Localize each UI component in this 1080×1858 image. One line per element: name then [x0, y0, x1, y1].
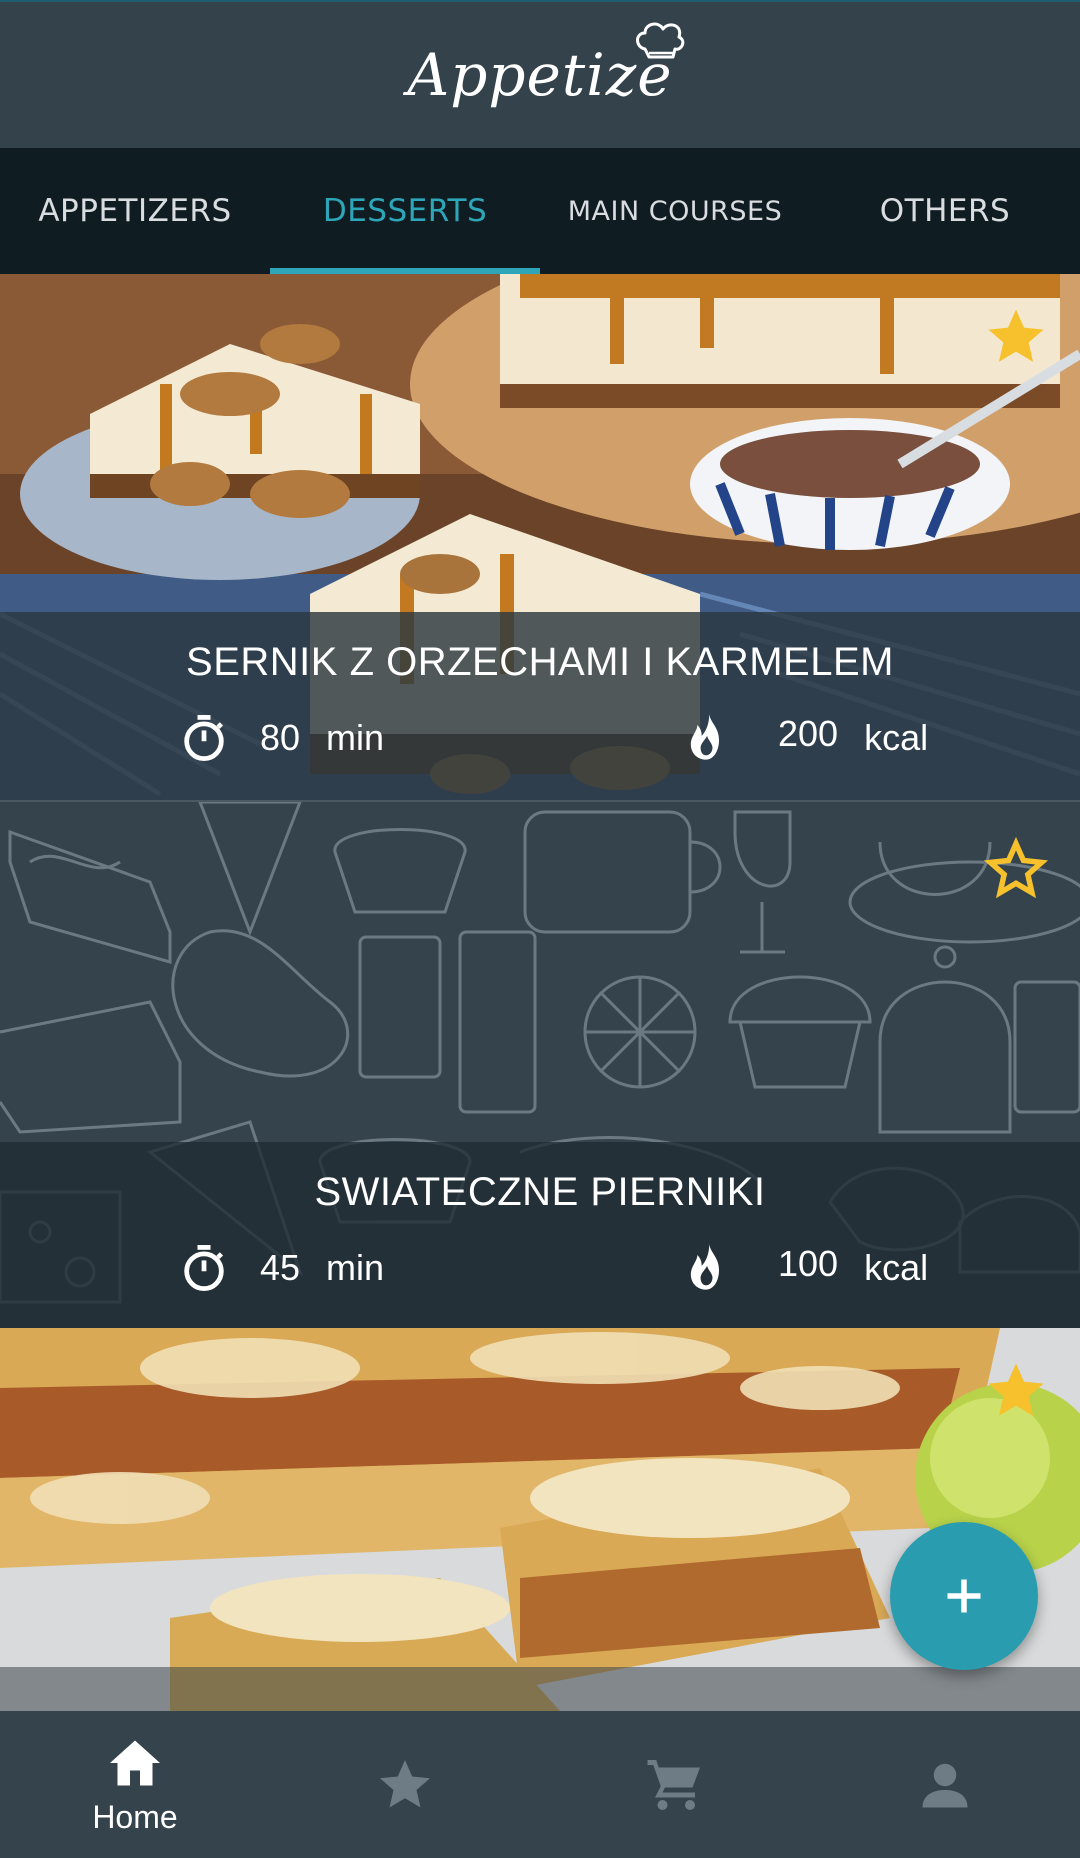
nav-favorites[interactable]: [270, 1711, 540, 1858]
nav-home[interactable]: Home: [0, 1711, 270, 1858]
tab-others[interactable]: OTHERS: [810, 148, 1080, 274]
recipe-caption: SWIATECZNE PIERNIKI 45 min 100 kcal: [0, 1142, 1080, 1328]
tab-main-courses[interactable]: MAIN COURSES: [540, 148, 810, 274]
app-header: Appetize: [0, 0, 1080, 148]
calories-value: 200: [778, 713, 839, 754]
category-tabs: APPETIZERS DESSERTS MAIN COURSES OTHERS: [0, 148, 1080, 274]
prep-time-value: 80: [260, 717, 301, 758]
tab-appetizers[interactable]: APPETIZERS: [0, 148, 270, 274]
prep-time-value: 45: [260, 1247, 301, 1288]
chef-hat-icon: [635, 22, 684, 59]
calories-value: 100: [778, 1243, 839, 1284]
favorite-star-icon[interactable]: [982, 1358, 1050, 1424]
recipe-card[interactable]: SWIATECZNE PIERNIKI 45 min 100 kcal: [0, 800, 1080, 1328]
stopwatch-icon: [184, 1245, 224, 1291]
prep-time-unit: min: [326, 1247, 385, 1288]
calories-unit: kcal: [864, 717, 929, 758]
favorite-star-icon[interactable]: [982, 304, 1050, 370]
prep-time-unit: min: [326, 717, 385, 758]
nav-home-label: Home: [92, 1799, 178, 1835]
recipe-title: SERNIK Z ORZECHAMI I KARMELEM: [186, 640, 894, 684]
star-icon: [380, 1759, 430, 1807]
cart-icon: [647, 1759, 700, 1810]
tab-desserts[interactable]: DESSERTS: [270, 148, 540, 274]
flame-icon: [690, 1244, 719, 1290]
plus-icon: [947, 1579, 981, 1613]
stopwatch-icon: [184, 715, 224, 761]
caption-overlay: [0, 1667, 1080, 1711]
recipe-title: SWIATECZNE PIERNIKI: [314, 1170, 766, 1214]
home-icon: [110, 1740, 160, 1786]
recipe-caption: SERNIK Z ORZECHAMI I KARMELEM 80 min 200…: [0, 612, 1080, 800]
favorite-star-icon[interactable]: [982, 836, 1050, 902]
calories: 100 kcal: [680, 1242, 928, 1294]
calories-unit: kcal: [864, 1247, 929, 1288]
bottom-nav: Home: [0, 1711, 1080, 1858]
prep-time: 80 min: [178, 712, 384, 764]
person-icon: [922, 1763, 968, 1807]
nav-cart[interactable]: [540, 1711, 810, 1858]
nav-profile[interactable]: [810, 1711, 1080, 1858]
add-recipe-button[interactable]: [890, 1522, 1038, 1670]
calories: 200 kcal: [680, 712, 928, 764]
flame-icon: [690, 714, 719, 760]
app-logo: Appetize: [407, 22, 684, 109]
recipe-card[interactable]: SERNIK Z ORZECHAMI I KARMELEM 80 min 200…: [0, 274, 1080, 800]
prep-time: 45 min: [178, 1242, 384, 1294]
